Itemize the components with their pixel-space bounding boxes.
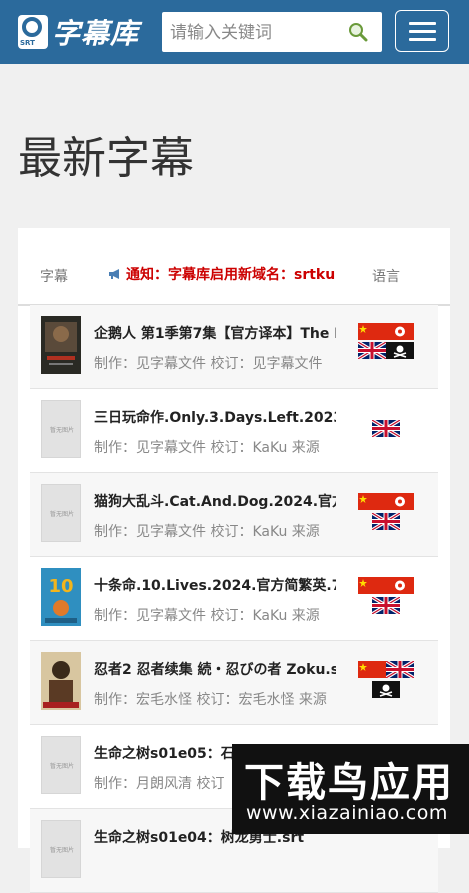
china-flag-icon [358,493,386,510]
notice-text: 通知：字幕库启用新域名：srtku.com [126,267,336,283]
table-row[interactable]: 暂无图片 三日玩命作.Only.3.Days.Left.2023.BluRay … [30,389,438,473]
uk-flag-icon [372,513,400,530]
svg-text:10: 10 [48,576,73,597]
subtitle-meta: 制作：宏毛水怪 校订：宏毛水怪 来源 [94,692,327,708]
column-header-language: 语言 [372,269,400,285]
menu-bar-icon [409,30,436,33]
subtitle-meta: 制作：见字幕文件 校订：见字幕文件 [94,356,323,372]
subtitle-meta: 制作：见字幕文件 校订：KaKu 来源 [94,524,320,540]
hamburger-menu-button[interactable] [395,10,449,52]
hongkong-flag-icon [386,577,414,594]
language-flags [358,473,418,556]
search-icon[interactable] [348,22,368,42]
subtitle-meta: 制作：见字幕文件 校订：KaKu 来源 [94,440,320,456]
subtitle-title-link[interactable]: 三日玩命作.Only.3.Days.Left.2023.BluRay [94,407,336,427]
menu-bar-icon [409,38,436,41]
logo-icon: SRT [18,15,48,49]
watermark-overlay: 下载鸟应用 www.xiazainiao.com [232,744,469,834]
logo-text: 字幕库 [52,17,140,50]
poster-thumbnail[interactable] [41,652,81,710]
search-box [162,12,382,52]
poster-placeholder[interactable]: 暂无图片 [41,400,81,458]
search-input[interactable] [168,20,342,46]
column-header-subtitle: 字幕 [40,269,68,285]
megaphone-icon [109,269,119,279]
poster-thumbnail[interactable]: 10 [41,568,81,626]
table-row[interactable]: 忍者2 忍者续集 続・忍びの者 Zoku.shinobi 制作：宏毛水怪 校订：… [30,641,438,725]
hongkong-flag-icon [386,493,414,510]
subtitle-title-link[interactable]: 企鹅人 第1季第7集【官方译本】The Penguin [94,323,336,343]
china-flag-icon [358,577,386,594]
pirate-flag-icon [386,342,414,359]
poster-placeholder[interactable]: 暂无图片 [41,820,81,878]
table-row[interactable]: 企鹅人 第1季第7集【官方译本】The Penguin 制作：见字幕文件 校订：… [30,305,438,389]
language-flags [358,305,418,388]
china-flag-icon [358,323,386,340]
site-logo[interactable]: SRT 字幕库 [18,12,139,52]
menu-bar-icon [409,22,436,25]
subtitle-title-link[interactable]: 十条命.10.Lives.2024.官方简繁英.7z [94,575,336,595]
poster-placeholder[interactable]: 暂无图片 [41,736,81,794]
poster-thumbnail[interactable] [41,316,81,374]
table-row[interactable]: 10 十条命.10.Lives.2024.官方简繁英.7z 制作：见字幕文件 校… [30,557,438,641]
subtitle-title-link[interactable]: 忍者2 忍者续集 続・忍びの者 Zoku.shinobi [94,659,336,679]
watermark-url: www.xiazainiao.com [246,802,448,824]
language-flags [358,641,418,724]
pirate-flag-icon [372,681,400,698]
china-flag-icon [358,661,386,678]
language-flags [358,557,418,640]
watermark-text: 下载鸟应用 [244,760,454,806]
uk-flag-icon [372,420,400,437]
notice-marquee[interactable]: 通知：字幕库启用新域名：srtku.com [108,264,336,286]
uk-flag-icon [358,342,386,359]
uk-flag-icon [386,661,414,678]
subtitle-meta: 制作：见字幕文件 校订：KaKu 来源 [94,608,320,624]
language-flags [358,389,418,472]
subtitle-title-link[interactable]: 猫狗大乱斗.Cat.And.Dog.2024.官方简繁英 [94,491,336,511]
hongkong-flag-icon [386,323,414,340]
page-title: 最新字幕 [18,133,194,184]
table-header: 字幕 通知：字幕库启用新域名：srtku.com 语言 [18,228,450,306]
poster-placeholder[interactable]: 暂无图片 [41,484,81,542]
table-row[interactable]: 暂无图片 猫狗大乱斗.Cat.And.Dog.2024.官方简繁英 制作：见字幕… [30,473,438,557]
uk-flag-icon [372,597,400,614]
top-navbar: SRT 字幕库 [0,0,469,64]
